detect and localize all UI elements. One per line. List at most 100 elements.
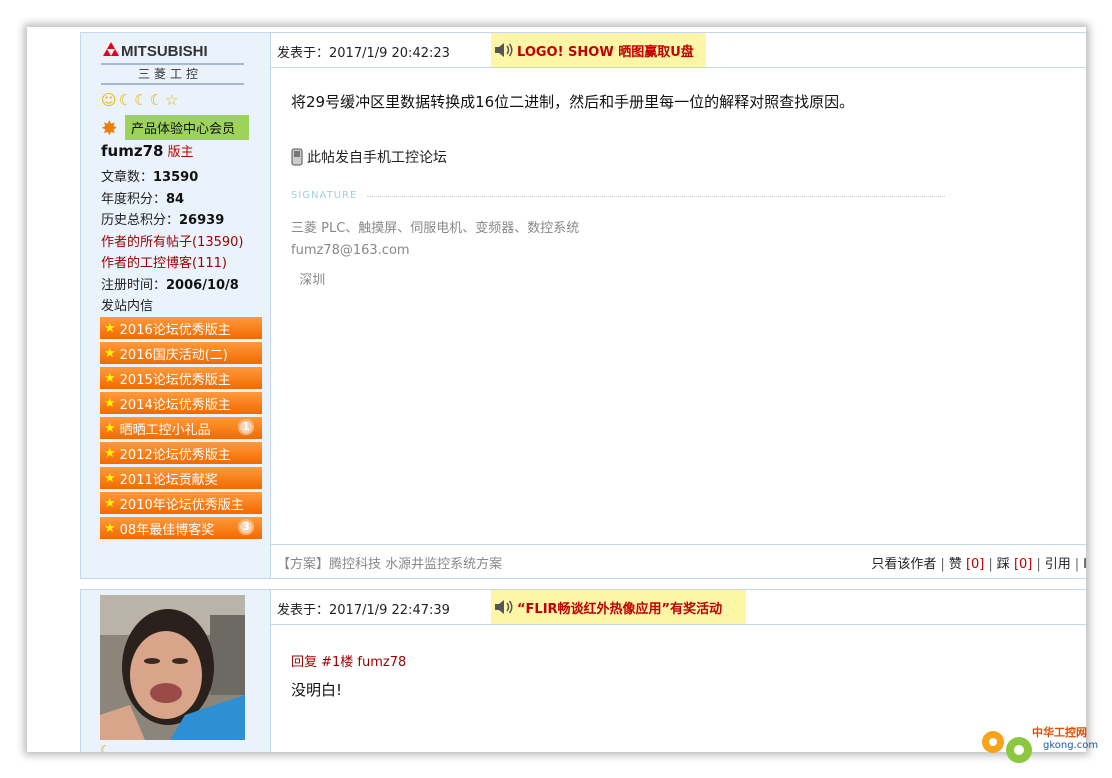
post-header: 发表于：2017/1/9 22:47:39 “FLIR畅谈红外热像应用”有奖活动 bbox=[271, 590, 1086, 625]
signature-divider bbox=[367, 196, 945, 197]
smiley-icon: ☺ bbox=[101, 91, 117, 109]
author-sidebar: MITSUBISHI 三菱工控 ☺ ☾ ☾ ☾ ☆ ✸ 产品体验中心会员 fum… bbox=[81, 33, 271, 578]
author-role: 版主 bbox=[167, 145, 194, 160]
post-time: 发表于：2017/1/9 20:42:23 bbox=[277, 46, 450, 61]
moon-icon: ☾ bbox=[149, 91, 163, 109]
medal-label: 08年最佳博客奖 bbox=[119, 522, 215, 538]
moon-icon: ☾ bbox=[118, 91, 133, 109]
post-2: ☾ 发表于：2017/1/9 22:47:39 “FLIR畅谈红外热像应用”有奖… bbox=[80, 589, 1086, 752]
gear-icon: ✸ bbox=[101, 115, 118, 140]
footer-ad-prefix: 【方案】 bbox=[277, 557, 330, 572]
like-button[interactable]: 赞 [0] bbox=[949, 557, 985, 572]
medal-label: 2016国庆活动(二) bbox=[119, 347, 228, 363]
post-time: 发表于：2017/1/9 22:47:39 bbox=[277, 603, 450, 618]
post-1: MITSUBISHI 三菱工控 ☺ ☾ ☾ ☾ ☆ ✸ 产品体验中心会员 fum… bbox=[80, 32, 1086, 579]
post-content: 发表于：2017/1/9 22:47:39 “FLIR畅谈红外热像应用”有奖活动… bbox=[271, 590, 1086, 752]
medal-count-badge: 1 bbox=[238, 419, 254, 435]
blog-link[interactable]: 作者的工控博客(111) bbox=[101, 256, 227, 271]
register-label: 注册时间： bbox=[101, 278, 167, 293]
header-ad-link[interactable]: “FLIR畅谈红外热像应用”有奖活动 bbox=[517, 598, 722, 617]
star-icon: ★ bbox=[104, 370, 116, 386]
medal-label: 2015论坛优秀版主 bbox=[119, 372, 231, 388]
medal-item[interactable]: ★ 08年最佳博客奖 3 bbox=[100, 517, 262, 539]
medal-item[interactable]: ★ 2012论坛优秀版主 bbox=[100, 442, 262, 464]
signature-line: fumz78@163.com bbox=[291, 243, 410, 258]
mobile-note: 此帖发自手机工控论坛 bbox=[291, 147, 447, 167]
all-posts-row: 作者的所有帖子(13590) bbox=[101, 231, 244, 250]
post-content: 发表于：2017/1/9 20:42:23 LOGO! SHOW 晒图赢取U盘 … bbox=[271, 33, 1086, 578]
star-icon: ★ bbox=[104, 495, 116, 511]
like-count: [0] bbox=[965, 557, 985, 572]
register-row: 注册时间：2006/10/8 bbox=[101, 274, 239, 293]
star-icon: ★ bbox=[104, 420, 116, 436]
speaker-icon bbox=[495, 43, 513, 57]
star-icon: ★ bbox=[104, 345, 116, 361]
signature-label: SIGNATURE bbox=[291, 190, 358, 201]
moon-icon: ☾ bbox=[134, 91, 148, 109]
svg-text:三菱工控: 三菱工控 bbox=[138, 67, 202, 81]
total-points-row: 历史总积分：26939 bbox=[101, 209, 224, 228]
author-name[interactable]: fumz78 bbox=[101, 142, 163, 160]
watermark-domain: gkong.com bbox=[1043, 740, 1099, 751]
medal-item[interactable]: ★ 2016论坛优秀版主 bbox=[100, 317, 262, 339]
pm-row: 发站内信 bbox=[101, 295, 153, 314]
year-points-label: 年度积分： bbox=[101, 192, 167, 207]
register-date: 2006/10/8 bbox=[166, 278, 239, 293]
star-icon: ★ bbox=[104, 470, 116, 486]
watermark-name: 中华工控网 bbox=[1032, 726, 1087, 739]
medal-item[interactable]: ★ 晒晒工控小礼品 1 bbox=[100, 417, 262, 439]
speaker-icon bbox=[495, 600, 513, 614]
year-points-row: 年度积分：84 bbox=[101, 188, 184, 207]
post-body: 将29号缓冲区里数据转换成16位二进制，然后和手册里每一位的解释对照查找原因。 bbox=[291, 93, 855, 111]
medal-item[interactable]: ★ 2010年论坛优秀版主 bbox=[100, 492, 262, 514]
dislike-button[interactable]: 踩 [0] bbox=[997, 557, 1033, 572]
avatar[interactable] bbox=[100, 595, 245, 740]
star-icon: ★ bbox=[104, 395, 116, 411]
mitsubishi-logo[interactable]: MITSUBISHI 三菱工控 bbox=[101, 40, 244, 87]
quote-link[interactable]: 引用 bbox=[1045, 557, 1071, 572]
author-name-row: fumz78 版主 bbox=[101, 141, 193, 160]
level-icon: ☾ bbox=[100, 743, 111, 752]
dislike-label: 踩 bbox=[996, 557, 1010, 572]
post-count-row: 文章数：13590 bbox=[101, 166, 198, 185]
header-ad-link[interactable]: LOGO! SHOW 晒图赢取U盘 bbox=[517, 41, 694, 60]
star-icon: ★ bbox=[104, 520, 116, 536]
total-points-value: 26939 bbox=[179, 213, 225, 228]
year-points-value: 84 bbox=[166, 192, 185, 207]
post-body: 没明白! bbox=[291, 681, 343, 699]
medal-item[interactable]: ★ 2011论坛贡献奖 bbox=[100, 467, 262, 489]
star-icon: ☆ bbox=[165, 91, 179, 109]
medal-label: 晒晒工控小礼品 bbox=[119, 422, 211, 438]
like-label: 赞 bbox=[948, 557, 962, 572]
medal-count-badge: 3 bbox=[238, 519, 254, 535]
medal-item[interactable]: ★ 2016国庆活动(二) bbox=[100, 342, 262, 364]
post-actions: 只看该作者 | 赞 [0] | 踩 [0] | 引用 | Ⅰ bbox=[871, 557, 1086, 572]
post-count-value: 13590 bbox=[153, 170, 199, 185]
header-ad: LOGO! SHOW 晒图赢取U盘 bbox=[491, 33, 706, 67]
medal-label: 2010年论坛优秀版主 bbox=[119, 497, 244, 513]
reply-reference[interactable]: 回复 #1楼 fumz78 bbox=[291, 651, 406, 670]
member-label: 产品体验中心会员 bbox=[125, 115, 250, 140]
blog-row: 作者的工控博客(111) bbox=[101, 252, 227, 271]
footer-ad: 【方案】腾控科技 水源井监控系统方案 bbox=[277, 553, 502, 572]
star-icon: ★ bbox=[104, 320, 116, 336]
footer-ad-link[interactable]: 腾控科技 水源井监控系统方案 bbox=[329, 557, 502, 572]
medal-item[interactable]: ★ 2015论坛优秀版主 bbox=[100, 367, 262, 389]
star-icon: ★ bbox=[104, 445, 116, 461]
only-author-link[interactable]: 只看该作者 bbox=[871, 557, 936, 572]
member-badge[interactable]: ✸ 产品体验中心会员 bbox=[101, 115, 250, 140]
medal-label: 2012论坛优秀版主 bbox=[119, 447, 231, 463]
post-footer: 【方案】腾控科技 水源井监控系统方案 只看该作者 | 赞 [0] | 踩 [0] | 引用 |… bbox=[271, 544, 1086, 578]
send-message-link[interactable]: 发站内信 bbox=[101, 299, 153, 314]
signature-line: 三菱 PLC、触摸屏、伺服电机、变频器、数控系统 bbox=[291, 221, 580, 236]
more-actions[interactable]: Ⅰ bbox=[1083, 557, 1086, 572]
signature-line: 深圳 bbox=[291, 273, 326, 288]
dislike-count: [0] bbox=[1013, 557, 1033, 572]
medal-list: ★ 2016论坛优秀版主 ★ 2016国庆活动(二) ★ 2015论坛优秀版主 ★ 20… bbox=[100, 317, 262, 542]
all-posts-link[interactable]: 作者的所有帖子(13590) bbox=[101, 235, 244, 250]
post-count-label: 文章数： bbox=[101, 170, 154, 185]
user-level-icons: ☺ ☾ ☾ ☾ ☆ bbox=[101, 91, 180, 109]
medal-item[interactable]: ★ 2014论坛优秀版主 bbox=[100, 392, 262, 414]
screenshot-canvas: MITSUBISHI 三菱工控 ☺ ☾ ☾ ☾ ☆ ✸ 产品体验中心会员 fum… bbox=[27, 27, 1086, 752]
mobile-note-text[interactable]: 此帖发自手机工控论坛 bbox=[307, 147, 447, 167]
